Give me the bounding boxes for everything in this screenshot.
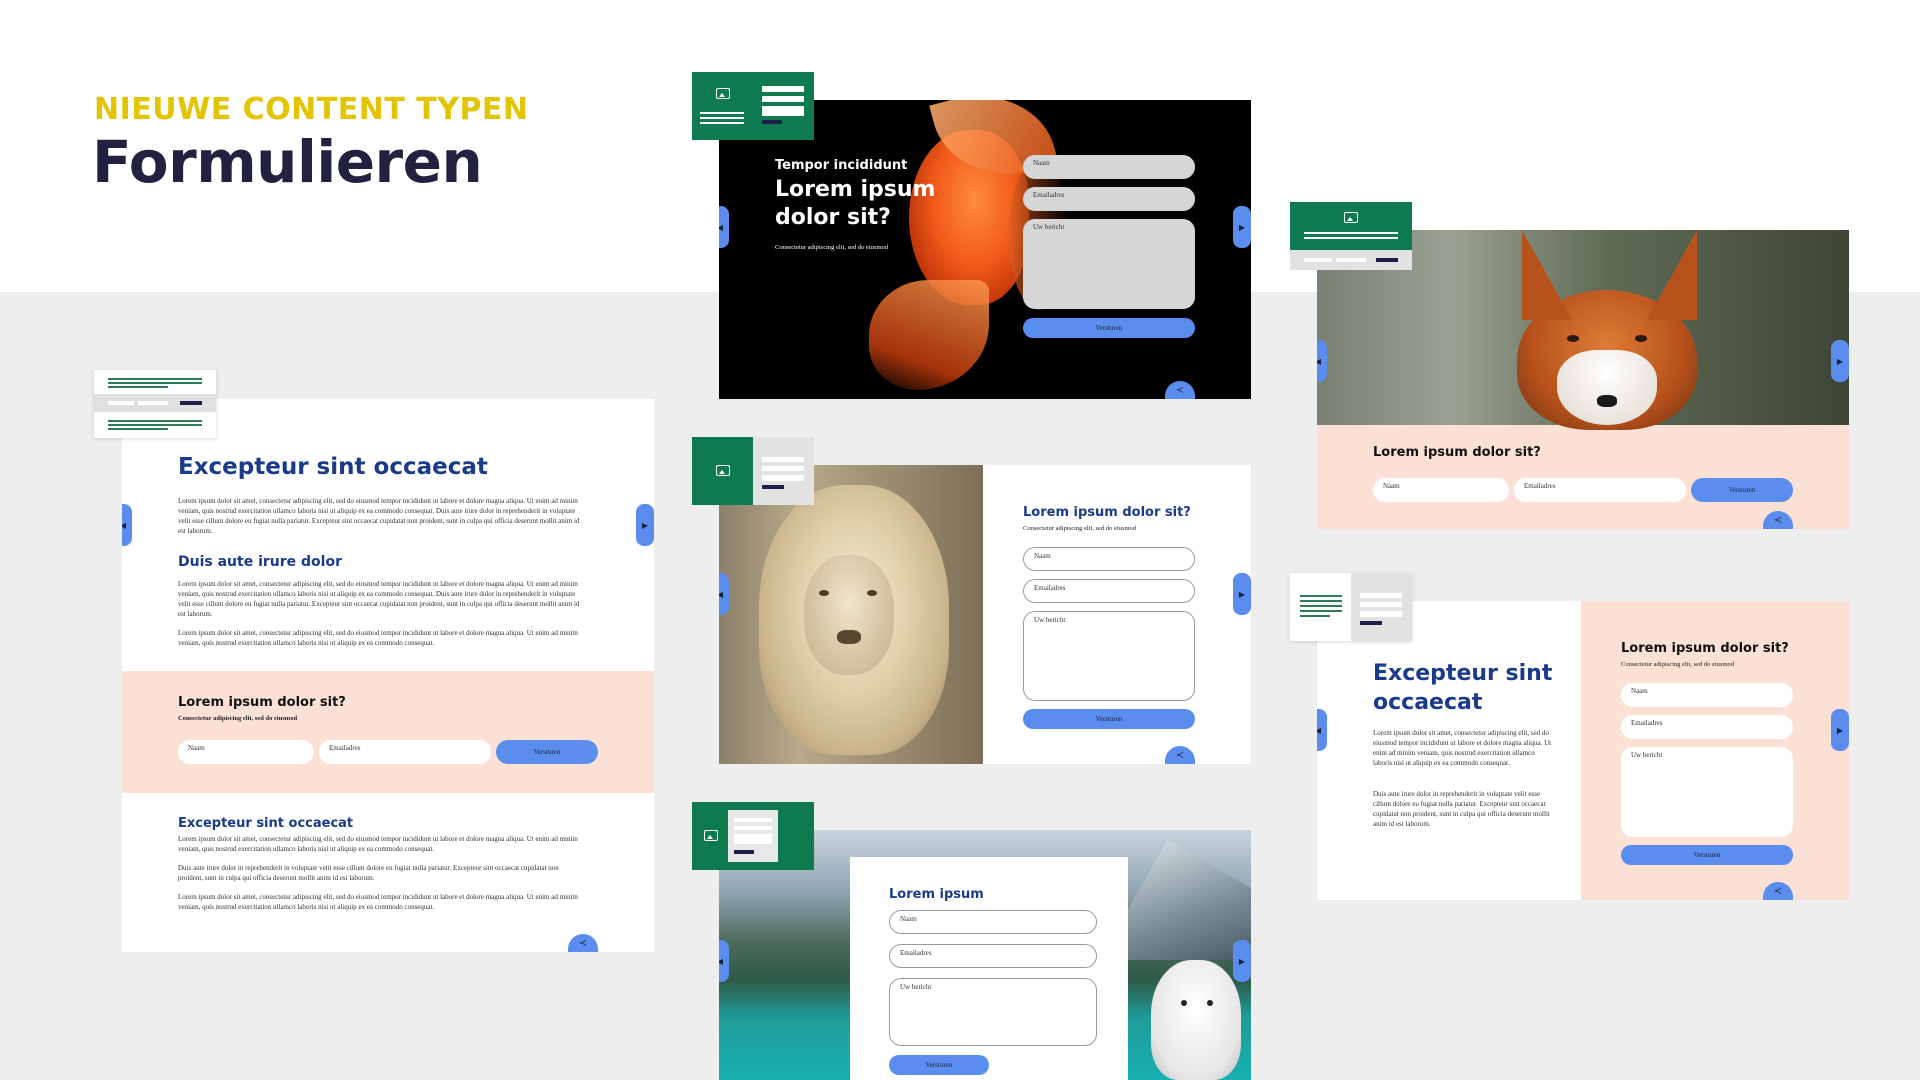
layout-icon-image-overlay-form bbox=[692, 802, 814, 870]
email-field[interactable]: Emailadres bbox=[1621, 715, 1793, 739]
naam-field[interactable]: Naam bbox=[1023, 547, 1195, 571]
submit-button[interactable]: Versturen bbox=[496, 740, 598, 764]
email-field[interactable]: Emailadres bbox=[889, 944, 1097, 968]
email-field[interactable]: Emailadres bbox=[1023, 187, 1195, 211]
article-paragraph: Lorem ipsum dolor sit amet, consectetur … bbox=[178, 497, 580, 535]
article-heading: Excepteur sint occaecat bbox=[178, 454, 488, 480]
layout-icon-text-form-split bbox=[1290, 573, 1412, 641]
naam-field[interactable]: Naam bbox=[178, 740, 314, 764]
share-icon[interactable]: ≺ bbox=[1763, 511, 1793, 529]
goldfish-sub: Consectetur adipiscing elit, sed do eius… bbox=[775, 244, 889, 251]
split-heading: Excepteur sint occaecat bbox=[1373, 661, 1553, 715]
article-paragraph: Lorem ipsum dolor sit amet, consectetur … bbox=[178, 580, 580, 618]
next-arrow-icon[interactable]: ▶ bbox=[1233, 573, 1251, 615]
share-icon[interactable]: ≺ bbox=[1165, 746, 1195, 764]
message-field[interactable]: Uw bericht bbox=[1023, 611, 1195, 701]
next-arrow-icon[interactable]: ▶ bbox=[1233, 940, 1251, 982]
form-sub: Consectetur adipiscing elit, sed do eius… bbox=[1023, 525, 1137, 532]
goldfish-heading: Lorem ipsum dolor sit? bbox=[775, 177, 936, 230]
form-heading: Lorem ipsum dolor sit? bbox=[1373, 445, 1541, 460]
layout-icon-text-form-text bbox=[94, 370, 216, 438]
email-field[interactable]: Emailadres bbox=[1023, 579, 1195, 603]
email-field[interactable]: Emailadres bbox=[1514, 478, 1686, 502]
article-form-section: Lorem ipsum dolor sit? Consectetur adipi… bbox=[122, 671, 654, 793]
next-arrow-icon[interactable]: ▶ bbox=[1831, 340, 1849, 382]
message-field[interactable]: Uw bericht bbox=[1023, 219, 1195, 309]
form-heading: Lorem ipsum dolor sit? bbox=[178, 695, 346, 710]
next-arrow-icon[interactable]: ▶ bbox=[1831, 709, 1849, 751]
submit-button[interactable]: Versturen bbox=[1023, 709, 1195, 729]
prev-arrow-icon[interactable]: ◀ bbox=[1317, 340, 1327, 382]
article-paragraph: Lorem ipsum dolor sit amet, consectetur … bbox=[178, 835, 578, 853]
layout-icon-image-form-split bbox=[692, 437, 814, 505]
message-field[interactable]: Uw bericht bbox=[1621, 747, 1793, 837]
next-arrow-icon[interactable]: ▶ bbox=[636, 504, 654, 546]
share-icon[interactable]: ≺ bbox=[1165, 381, 1195, 399]
submit-button[interactable]: Versturen bbox=[1023, 318, 1195, 338]
lion-form-card: Lorem ipsum dolor sit? Consectetur adipi… bbox=[719, 465, 1251, 764]
layout-icon-image-form-row bbox=[1290, 202, 1412, 270]
form-heading: Lorem ipsum bbox=[889, 887, 984, 902]
form-sub: Consectetur adipiscing elit, sed do eius… bbox=[1621, 661, 1735, 668]
article-subheading: Duis aute irure dolor bbox=[178, 554, 342, 570]
naam-field[interactable]: Naam bbox=[889, 910, 1097, 934]
goldfish-kicker: Tempor incididunt bbox=[775, 158, 908, 173]
prev-arrow-icon[interactable]: ◀ bbox=[719, 940, 729, 982]
next-arrow-icon[interactable]: ▶ bbox=[1233, 206, 1251, 248]
article-paragraph: Lorem ipsum dolor sit amet, consectetur … bbox=[178, 629, 578, 647]
form-heading: Lorem ipsum dolor sit? bbox=[1023, 505, 1191, 520]
prev-arrow-icon[interactable]: ◀ bbox=[719, 573, 729, 615]
fox-form-card: Lorem ipsum dolor sit? Naam Emailadres V… bbox=[1317, 230, 1849, 529]
submit-button[interactable]: Versturen bbox=[1621, 845, 1793, 865]
form-sub: Consectetur adipiscing elit, sed do eius… bbox=[178, 715, 298, 722]
prev-arrow-icon[interactable]: ◀ bbox=[1317, 709, 1327, 751]
section-kicker: NIEUWE CONTENT TYPEN bbox=[94, 92, 529, 127]
split-paragraph: Lorem ipsum dolor sit amet, consectetur … bbox=[1373, 729, 1552, 767]
split-form-card: Excepteur sint occaecat Lorem ipsum dolo… bbox=[1317, 601, 1849, 900]
goldfish-form-card: Tempor incididunt Lorem ipsum dolor sit?… bbox=[719, 100, 1251, 399]
naam-field[interactable]: Naam bbox=[1023, 155, 1195, 179]
lion-image bbox=[719, 465, 983, 764]
article-form-card: Excepteur sint occaecat Lorem ipsum dolo… bbox=[122, 399, 654, 952]
submit-button[interactable]: Versturen bbox=[889, 1055, 989, 1075]
article-heading-2: Excepteur sint occaecat bbox=[178, 816, 354, 831]
split-form-panel: Lorem ipsum dolor sit? Consectetur adipi… bbox=[1581, 601, 1849, 900]
email-field[interactable]: Emailadres bbox=[319, 740, 491, 764]
page-title: Formulieren bbox=[92, 128, 483, 196]
form-heading: Lorem ipsum dolor sit? bbox=[1621, 641, 1789, 656]
article-paragraph: Duis aute irure dolor in reprehenderit i… bbox=[178, 864, 559, 882]
lake-form-panel: Lorem ipsum Naam Emailadres Uw bericht V… bbox=[850, 857, 1128, 1080]
share-icon[interactable]: ≺ bbox=[568, 934, 598, 952]
layout-icon-image-form bbox=[692, 72, 814, 140]
prev-arrow-icon[interactable]: ◀ bbox=[719, 206, 729, 248]
naam-field[interactable]: Naam bbox=[1621, 683, 1793, 707]
naam-field[interactable]: Naam bbox=[1373, 478, 1509, 502]
split-paragraph: Duis aute irure dolor in reprehenderit i… bbox=[1373, 790, 1550, 828]
submit-button[interactable]: Versturen bbox=[1691, 478, 1793, 502]
message-field[interactable]: Uw bericht bbox=[889, 978, 1097, 1046]
article-paragraph: Lorem ipsum dolor sit amet, consectetur … bbox=[178, 893, 578, 911]
prev-arrow-icon[interactable]: ◀ bbox=[122, 504, 132, 546]
